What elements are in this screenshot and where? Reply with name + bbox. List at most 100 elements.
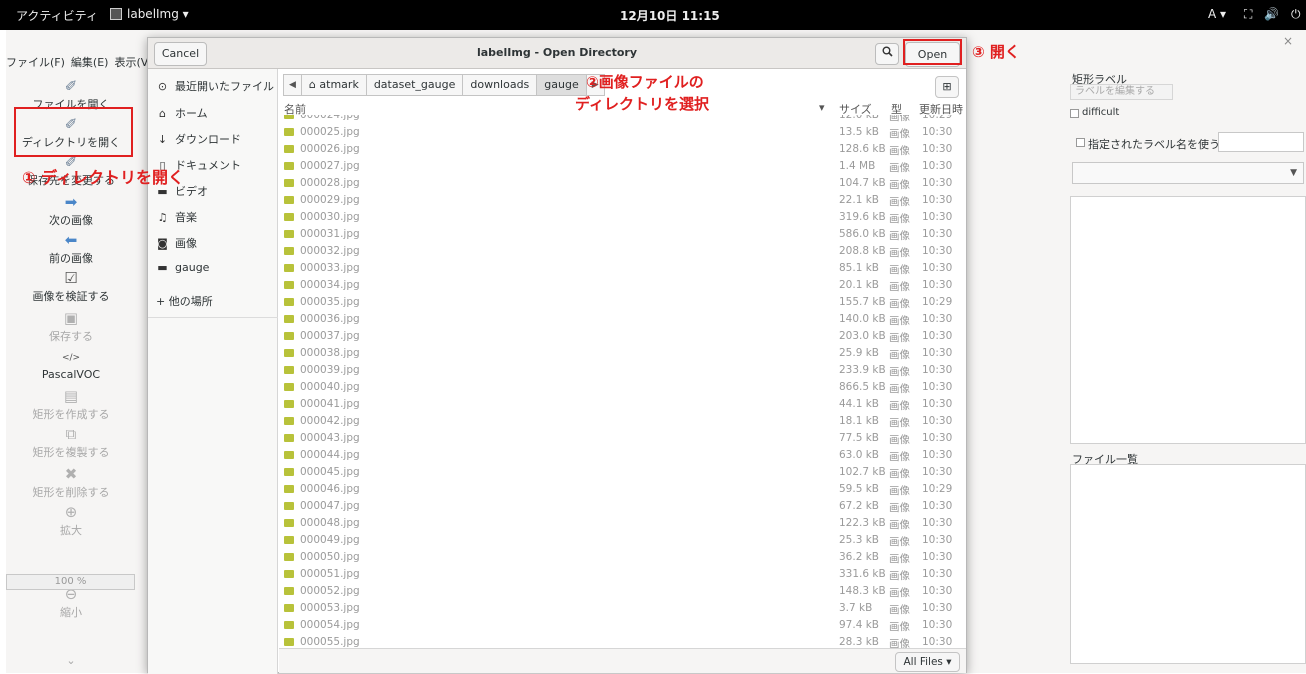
app-menu[interactable]: labelImg ▾ [110, 7, 189, 21]
file-size: 155.7 kB [839, 296, 886, 308]
file-row[interactable]: 000036.jpg 140.0 kB 画像 10:30 [279, 311, 966, 328]
activities-button[interactable]: アクティビティ [16, 7, 98, 24]
file-type: 画像 [889, 570, 910, 582]
zoom-value-field[interactable]: 100 % [6, 574, 135, 590]
place-home[interactable]: ⌂ ホーム [156, 105, 208, 121]
delete-icon: ✖ [64, 465, 78, 483]
prev-image-button[interactable]: ⬅ 前の画像 [6, 232, 136, 266]
use-default-label-checkbox[interactable] [1076, 138, 1085, 147]
difficult-checkbox[interactable] [1070, 109, 1079, 118]
file-row[interactable]: 000050.jpg 36.2 kB 画像 10:30 [279, 549, 966, 566]
place-recent[interactable]: ⊙ 最近開いたファイル [156, 78, 274, 94]
file-row[interactable]: 000045.jpg 102.7 kB 画像 10:30 [279, 464, 966, 481]
file-row[interactable]: 000031.jpg 586.0 kB 画像 10:30 [279, 226, 966, 243]
file-size: 25.3 kB [839, 534, 880, 546]
label-combo[interactable]: ▼ [1072, 162, 1304, 184]
new-folder-button[interactable]: ⊞ [935, 76, 959, 98]
file-row[interactable]: 000046.jpg 59.5 kB 画像 10:29 [279, 481, 966, 498]
file-name: 000049.jpg [300, 534, 360, 546]
search-button[interactable] [875, 43, 899, 65]
file-row[interactable]: 000052.jpg 148.3 kB 画像 10:30 [279, 583, 966, 600]
verify-image-button[interactable]: ☑ 画像を検証する [6, 270, 136, 304]
duplicate-rect-button[interactable]: ⧉ 矩形を複製する [6, 426, 136, 460]
image-file-icon [284, 145, 294, 153]
zoom-out-button[interactable]: ⊖ 縮小 [6, 586, 136, 620]
image-file-icon [284, 179, 294, 187]
menu-edit[interactable]: 編集(E) [71, 54, 109, 70]
path-crumb-dataset-gauge[interactable]: dataset_gauge [365, 74, 464, 96]
delete-rect-button[interactable]: ✖ 矩形を削除する [6, 466, 136, 500]
image-file-icon [284, 417, 294, 425]
file-row[interactable]: 000054.jpg 97.4 kB 画像 10:30 [279, 617, 966, 634]
zoom-in-button[interactable]: ⊕ 拡大 [6, 504, 136, 538]
file-name: 000044.jpg [300, 449, 360, 461]
file-row[interactable]: 000043.jpg 77.5 kB 画像 10:30 [279, 430, 966, 447]
file-row[interactable]: 000047.jpg 67.2 kB 画像 10:30 [279, 498, 966, 515]
edit-label-button[interactable]: ラベルを編集する [1070, 84, 1173, 100]
menu-view[interactable]: 表示(V [114, 54, 148, 70]
file-row[interactable]: 000042.jpg 18.1 kB 画像 10:30 [279, 413, 966, 430]
system-menu-icons[interactable]: ⛶ 🔊 ⏻ ▾ [1244, 7, 1306, 22]
file-name: 000052.jpg [300, 585, 360, 597]
file-row[interactable]: 000049.jpg 25.3 kB 画像 10:30 [279, 532, 966, 549]
place-other-locations[interactable]: + 他の場所 [156, 293, 213, 309]
file-row[interactable]: 000026.jpg 128.6 kB 画像 10:30 [279, 141, 966, 158]
annotation-step2-line2: ディレクトリを選択 [575, 95, 709, 113]
file-row[interactable]: 000038.jpg 25.9 kB 画像 10:30 [279, 345, 966, 362]
file-modified: 10:30 [922, 636, 953, 648]
file-row[interactable]: 000033.jpg 85.1 kB 画像 10:30 [279, 260, 966, 277]
file-size: 122.3 kB [839, 517, 886, 529]
file-type: 画像 [889, 604, 910, 616]
file-row[interactable]: 000024.jpg 12.0 kB 画像 10:29 [279, 115, 966, 124]
place-pictures[interactable]: ◙ 画像 [156, 235, 197, 251]
window-close-icon[interactable]: × [1283, 34, 1293, 48]
difficult-label: difficult [1082, 107, 1120, 118]
clock[interactable]: 12月10日 11:15 [620, 7, 720, 24]
create-rect-button[interactable]: ▤ 矩形を作成する [6, 388, 136, 422]
file-row[interactable]: 000048.jpg 122.3 kB 画像 10:30 [279, 515, 966, 532]
file-type: 画像 [889, 145, 910, 157]
format-button[interactable]: </> PascalVOC [6, 350, 136, 381]
file-row[interactable]: 000044.jpg 63.0 kB 画像 10:30 [279, 447, 966, 464]
file-filter-dropdown[interactable]: All Files ▾ [895, 652, 960, 672]
menu-file[interactable]: ファイル(F) [6, 54, 65, 70]
next-image-button[interactable]: ➡ 次の画像 [6, 194, 136, 228]
default-label-input[interactable] [1218, 132, 1304, 152]
save-button[interactable]: ▣ 保存する [6, 310, 136, 344]
file-modified: 10:30 [922, 432, 953, 444]
file-row[interactable]: 000034.jpg 20.1 kB 画像 10:30 [279, 277, 966, 294]
file-row[interactable]: 000027.jpg 1.4 MB 画像 10:30 [279, 158, 966, 175]
file-modified: 10:30 [922, 245, 953, 257]
label-list[interactable] [1070, 196, 1306, 444]
file-row[interactable]: 000028.jpg 104.7 kB 画像 10:30 [279, 175, 966, 192]
file-row[interactable]: 000029.jpg 22.1 kB 画像 10:30 [279, 192, 966, 209]
file-row[interactable]: 000032.jpg 208.8 kB 画像 10:30 [279, 243, 966, 260]
file-row[interactable]: 000040.jpg 866.5 kB 画像 10:30 [279, 379, 966, 396]
places-sidebar: ⊙ 最近開いたファイル ⌂ ホーム ↓ ダウンロード ▯ ドキュメント ▬ ビデオ ♫ 音楽… [148, 69, 278, 674]
file-row[interactable]: 000039.jpg 233.9 kB 画像 10:30 [279, 362, 966, 379]
file-row[interactable]: 000025.jpg 13.5 kB 画像 10:30 [279, 124, 966, 141]
file-modified: 10:30 [922, 330, 953, 342]
file-name: 000024.jpg [300, 115, 360, 121]
file-row[interactable]: 000037.jpg 203.0 kB 画像 10:30 [279, 328, 966, 345]
file-row[interactable]: 000030.jpg 319.6 kB 画像 10:30 [279, 209, 966, 226]
file-rows-viewport[interactable]: 000024.jpg 12.0 kB 画像 10:29 000025.jpg 13.5 k… [279, 115, 966, 658]
file-row[interactable]: 000051.jpg 331.6 kB 画像 10:30 [279, 566, 966, 583]
place-music[interactable]: ♫ 音楽 [156, 209, 197, 225]
place-gauge[interactable]: ▬ gauge [156, 261, 209, 274]
file-size: 866.5 kB [839, 381, 886, 393]
file-modified: 10:30 [922, 585, 953, 597]
file-name: 000050.jpg [300, 551, 360, 563]
place-downloads[interactable]: ↓ ダウンロード [156, 131, 241, 147]
file-row[interactable]: 000041.jpg 44.1 kB 画像 10:30 [279, 396, 966, 413]
path-crumb-atmark[interactable]: ⌂ atmark [300, 74, 367, 96]
file-row[interactable]: 000053.jpg 3.7 kB 画像 10:30 [279, 600, 966, 617]
file-list-panel[interactable] [1070, 464, 1306, 664]
input-method-indicator[interactable]: A ▾ [1208, 7, 1226, 21]
file-row[interactable]: 000035.jpg 155.7 kB 画像 10:29 [279, 294, 966, 311]
toolbar-expand-button[interactable]: ⌄ [6, 652, 136, 667]
file-size: 104.7 kB [839, 177, 886, 189]
image-file-icon [284, 196, 294, 204]
path-back-button[interactable]: ◀ [283, 74, 302, 96]
path-crumb-downloads[interactable]: downloads [462, 74, 538, 96]
